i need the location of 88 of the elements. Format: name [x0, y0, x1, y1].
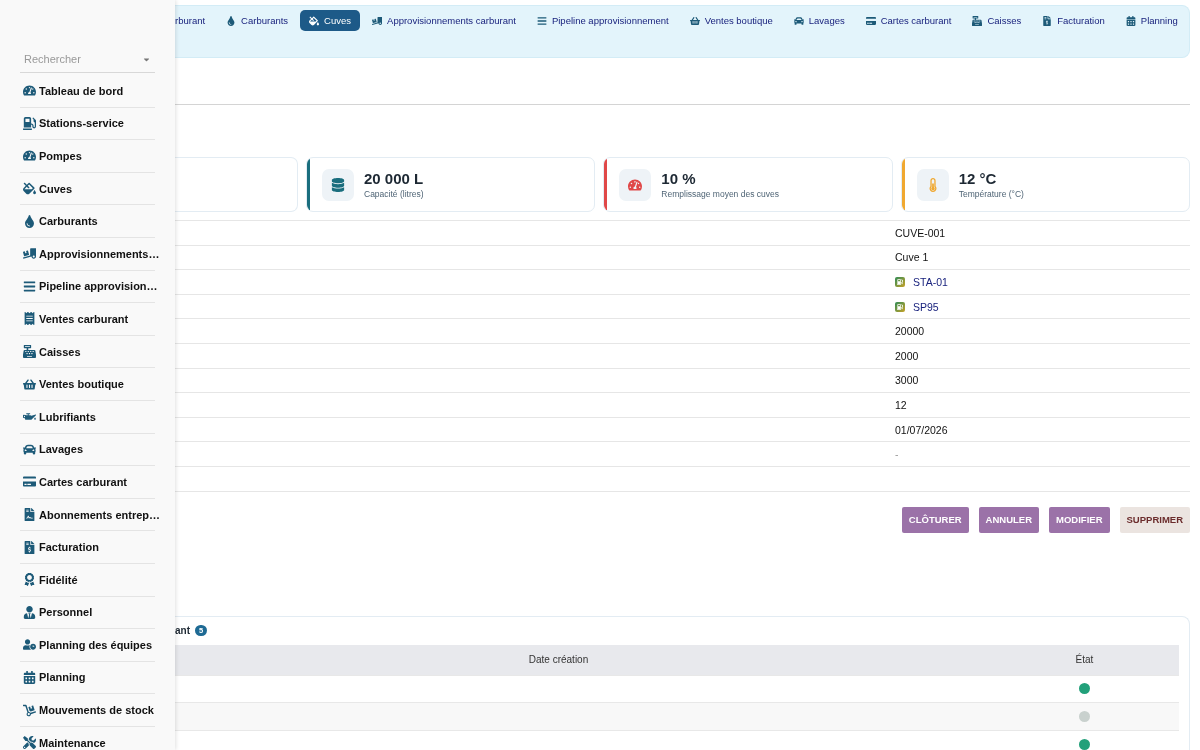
- station-icon: [895, 277, 905, 287]
- action-button[interactable]: ANNULER: [978, 506, 1040, 533]
- search-field[interactable]: Rechercher: [24, 53, 134, 65]
- nav-tab[interactable]: Carburants: [217, 10, 298, 31]
- sidebar-item[interactable]: Tableau de bord: [20, 75, 155, 108]
- sidebar-item[interactable]: Fidélité: [20, 563, 155, 597]
- nav-tab[interactable]: Facturation: [1033, 10, 1114, 31]
- list-title: ant: [175, 625, 190, 637]
- sidebar-item[interactable]: Lavages: [20, 433, 155, 467]
- document-icon: [23, 508, 36, 521]
- detail-value: Cuve 1: [895, 251, 929, 264]
- sidebar-item[interactable]: Ventes carburant: [20, 303, 155, 336]
- detail-value: 01/07/2026: [895, 423, 948, 436]
- basket-icon: [23, 377, 36, 391]
- cash-register-icon: [23, 345, 36, 359]
- cash-register-icon: [972, 15, 983, 26]
- award-icon: [23, 573, 36, 587]
- nav-tab[interactable]: Caisses: [963, 10, 1031, 31]
- sidebar-item[interactable]: Cuves: [20, 172, 155, 206]
- gauge-icon: [23, 84, 36, 98]
- sidebar-item[interactable]: Planning des équipes: [20, 629, 155, 662]
- sidebar-item[interactable]: Mouvements de stock: [20, 694, 155, 727]
- sidebar-item[interactable]: Caisses: [20, 335, 155, 369]
- drop-icon: [23, 214, 36, 228]
- sidebar-item[interactable]: Ventes boutique: [20, 368, 155, 401]
- column-header: Date création: [527, 654, 590, 666]
- car-icon: [23, 442, 36, 456]
- sidebar-item[interactable]: Pompes: [20, 140, 155, 173]
- fuel-pump-icon: [23, 116, 36, 130]
- sidebar-item[interactable]: Cartes carburant: [20, 466, 155, 499]
- invoice-icon: [23, 540, 36, 554]
- action-button[interactable]: CLÔTURER: [901, 506, 969, 533]
- detail-value: -: [895, 448, 899, 461]
- action-button[interactable]: MODIFIER: [1049, 506, 1110, 533]
- card-icon: [23, 475, 36, 489]
- stat-value: 12 °C: [958, 170, 998, 187]
- nav-tab[interactable]: Planning: [1116, 10, 1187, 31]
- nav-tab[interactable]: Pipeline approvisionnement: [527, 10, 678, 31]
- nav-tab[interactable]: Ventes boutique: [680, 10, 782, 31]
- car-icon: [793, 15, 804, 26]
- action-button[interactable]: SUPPRIMER: [1119, 506, 1190, 533]
- calendar-icon: [1125, 15, 1136, 26]
- invoice-icon: [1042, 15, 1053, 26]
- detail-link[interactable]: STA-01: [895, 276, 948, 288]
- detail-value: CUVE-001: [895, 226, 946, 239]
- card-icon: [865, 15, 876, 26]
- sidebar-item[interactable]: Facturation: [20, 531, 155, 564]
- detail-value: 12: [895, 398, 907, 411]
- nav-tab[interactable]: Cuves: [300, 10, 361, 31]
- sidebar-item[interactable]: Stations-service: [20, 107, 155, 141]
- nav-tab[interactable]: Lavages: [784, 10, 854, 31]
- truck-icon: [372, 15, 383, 26]
- gauge-icon: [628, 177, 643, 192]
- person-clock-icon: [23, 638, 36, 652]
- menu-icon: [23, 279, 36, 293]
- stat-label: Remplissage moyen des cuves: [661, 189, 779, 199]
- sidebar-item[interactable]: Personnel: [20, 596, 155, 630]
- nav-tab[interactable]: Cartes carburant: [856, 10, 961, 31]
- column-header: État: [1074, 654, 1095, 666]
- database-icon: [331, 177, 345, 192]
- sidebar-item[interactable]: Carburants: [20, 205, 155, 238]
- sidebar-item[interactable]: Maintenance: [20, 726, 155, 750]
- gauge-icon: [23, 149, 36, 163]
- detail-value: 20000: [895, 325, 925, 338]
- sidebar-item[interactable]: Pipeline approvision…: [20, 270, 155, 304]
- receipt-icon: [23, 312, 36, 326]
- detail-value: 3000: [895, 374, 919, 387]
- detail-value: 2000: [895, 349, 919, 362]
- sidebar-item[interactable]: Lubrifiants: [20, 400, 155, 434]
- detail-link[interactable]: SP95: [895, 300, 939, 313]
- person-icon: [23, 605, 36, 619]
- basket-icon: [689, 15, 700, 26]
- nav-tab[interactable]: rburant: [175, 10, 215, 31]
- calendar-icon: [23, 671, 36, 684]
- stat-label: Capacité (litres): [364, 189, 424, 199]
- dolly-icon: [23, 703, 36, 717]
- paint-bucket-icon: [309, 15, 320, 26]
- stat-value: 20 000 L: [364, 170, 424, 187]
- tools-icon: [23, 736, 36, 750]
- truck-icon: [23, 247, 36, 261]
- nav-tab[interactable]: Approvisionnements carburant: [363, 10, 525, 31]
- sidebar-item[interactable]: Planning: [20, 661, 155, 695]
- drop-icon: [226, 15, 237, 26]
- paint-bucket-icon: [23, 182, 36, 196]
- station-icon: [895, 301, 905, 312]
- stat-value: 10 %: [661, 170, 697, 187]
- menu-icon: [536, 15, 547, 26]
- stat-label: Température (°C): [958, 189, 1024, 199]
